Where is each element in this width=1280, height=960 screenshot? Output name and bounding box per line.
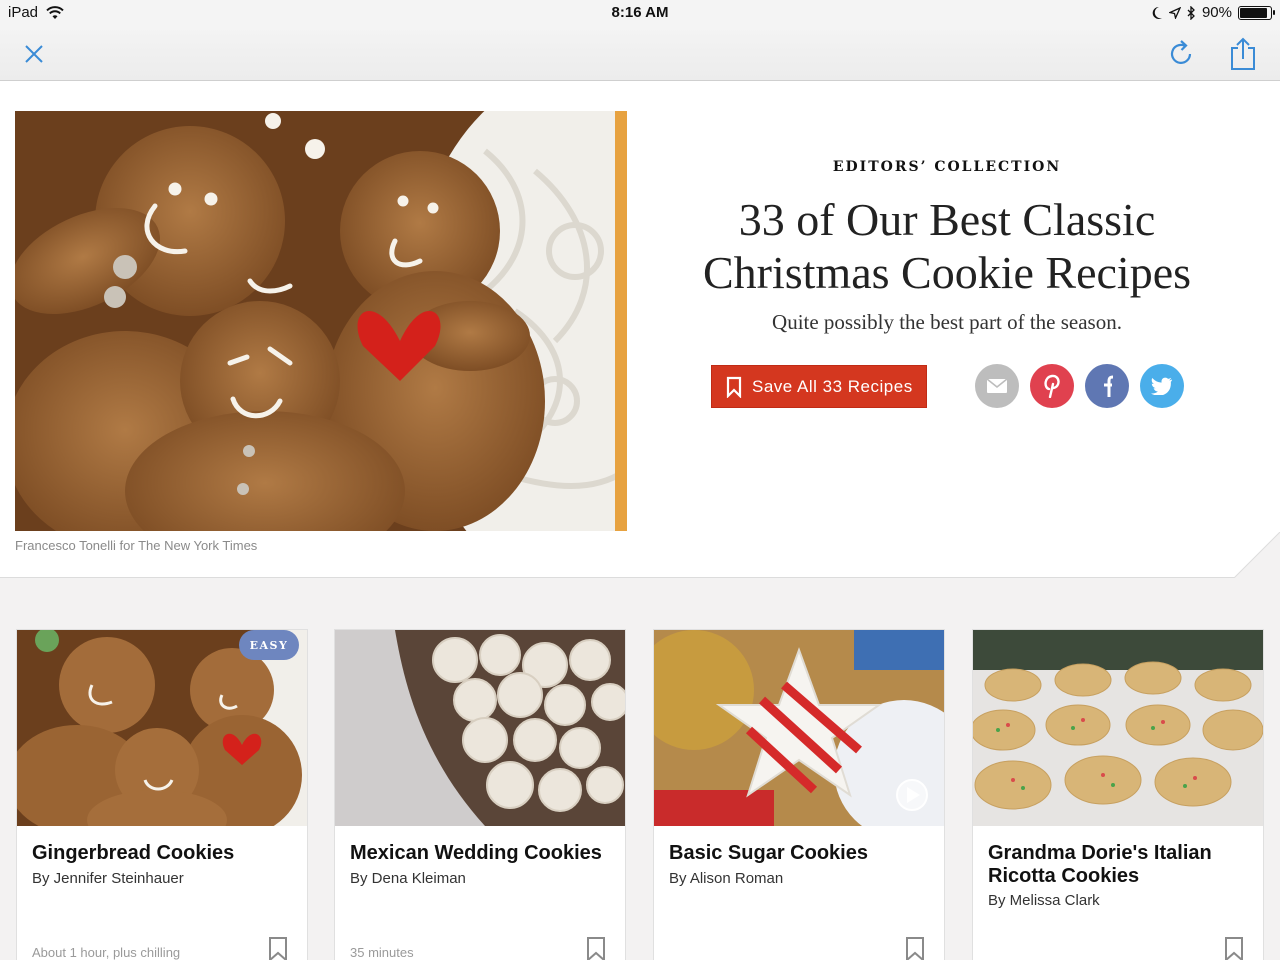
save-all-label: Save All 33 Recipes [752,376,913,396]
hero-section: Francesco Tonelli for The New York Times… [0,81,1280,578]
recipe-author: By Alison Roman [669,870,784,887]
recipe-time: 35 minutes [350,945,414,960]
facebook-icon [1104,375,1113,397]
photo-credit: Francesco Tonelli for The New York Times [15,538,258,553]
recipe-image [654,630,944,826]
recipe-title: Gingerbread Cookies [32,842,235,864]
page-subtitle: Quite possibly the best part of the seas… [772,310,1122,334]
email-share-button[interactable] [975,364,1019,408]
recipe-title: Basic Sugar Cookies [669,842,868,864]
recipe-author: By Melissa Clark [988,892,1100,909]
recipe-card[interactable]: Grandma Dorie's Italian Ricotta Cookies … [972,629,1264,960]
status-bar: iPad 8:16 AM 90% [0,0,1280,26]
recipe-title: Grandma Dorie's Italian Ricotta Cookies [988,842,1212,887]
recipe-image [973,630,1263,826]
easy-badge: EASY [239,630,299,660]
close-button[interactable] [14,34,54,74]
share-button[interactable] [1223,34,1263,74]
refresh-icon [1170,40,1192,64]
status-time: 8:16 AM [611,4,669,21]
recipe-author: By Dena Kleiman [350,870,466,887]
recipe-author: By Jennifer Steinhauer [32,870,184,887]
hero-image [15,111,627,531]
page-title: 33 of Our Best Classic Christmas Cookie … [702,194,1192,298]
bookmark-icon [726,376,742,398]
refresh-button[interactable] [1162,34,1202,74]
pinterest-icon [1044,374,1060,398]
bookmark-icon[interactable] [267,936,289,960]
twitter-share-button[interactable] [1140,364,1184,408]
recipe-title: Mexican Wedding Cookies [350,842,602,864]
email-icon [987,379,1007,393]
facebook-share-button[interactable] [1085,364,1129,408]
save-all-recipes-button[interactable]: Save All 33 Recipes [711,365,927,408]
close-icon [25,45,43,63]
bookmark-icon[interactable] [1223,936,1245,960]
battery-percent: 90% [1201,4,1232,21]
moon-icon [1152,6,1162,19]
bluetooth-icon [1187,5,1195,20]
page-fold [1234,532,1280,578]
battery-level [1240,7,1267,18]
recipe-image [335,630,625,826]
recipe-card[interactable]: Basic Sugar Cookies By Alison Roman [653,629,945,960]
location-icon [1168,6,1181,19]
recipe-time: About 1 hour, plus chilling [32,945,181,960]
recipe-card[interactable]: Mexican Wedding Cookies By Dena Kleiman … [334,629,626,960]
collection-kicker: EDITORS’ COLLECTION [832,159,1062,175]
twitter-icon [1151,377,1172,395]
pinterest-share-button[interactable] [1030,364,1074,408]
share-icon [1231,37,1255,70]
battery-icon [1238,5,1275,20]
bookmark-icon[interactable] [585,936,607,960]
recipe-card[interactable]: EASY Gingerbread Cookies By Jennifer Ste… [16,629,308,960]
toolbar [0,26,1280,81]
bookmark-icon[interactable] [904,936,926,960]
